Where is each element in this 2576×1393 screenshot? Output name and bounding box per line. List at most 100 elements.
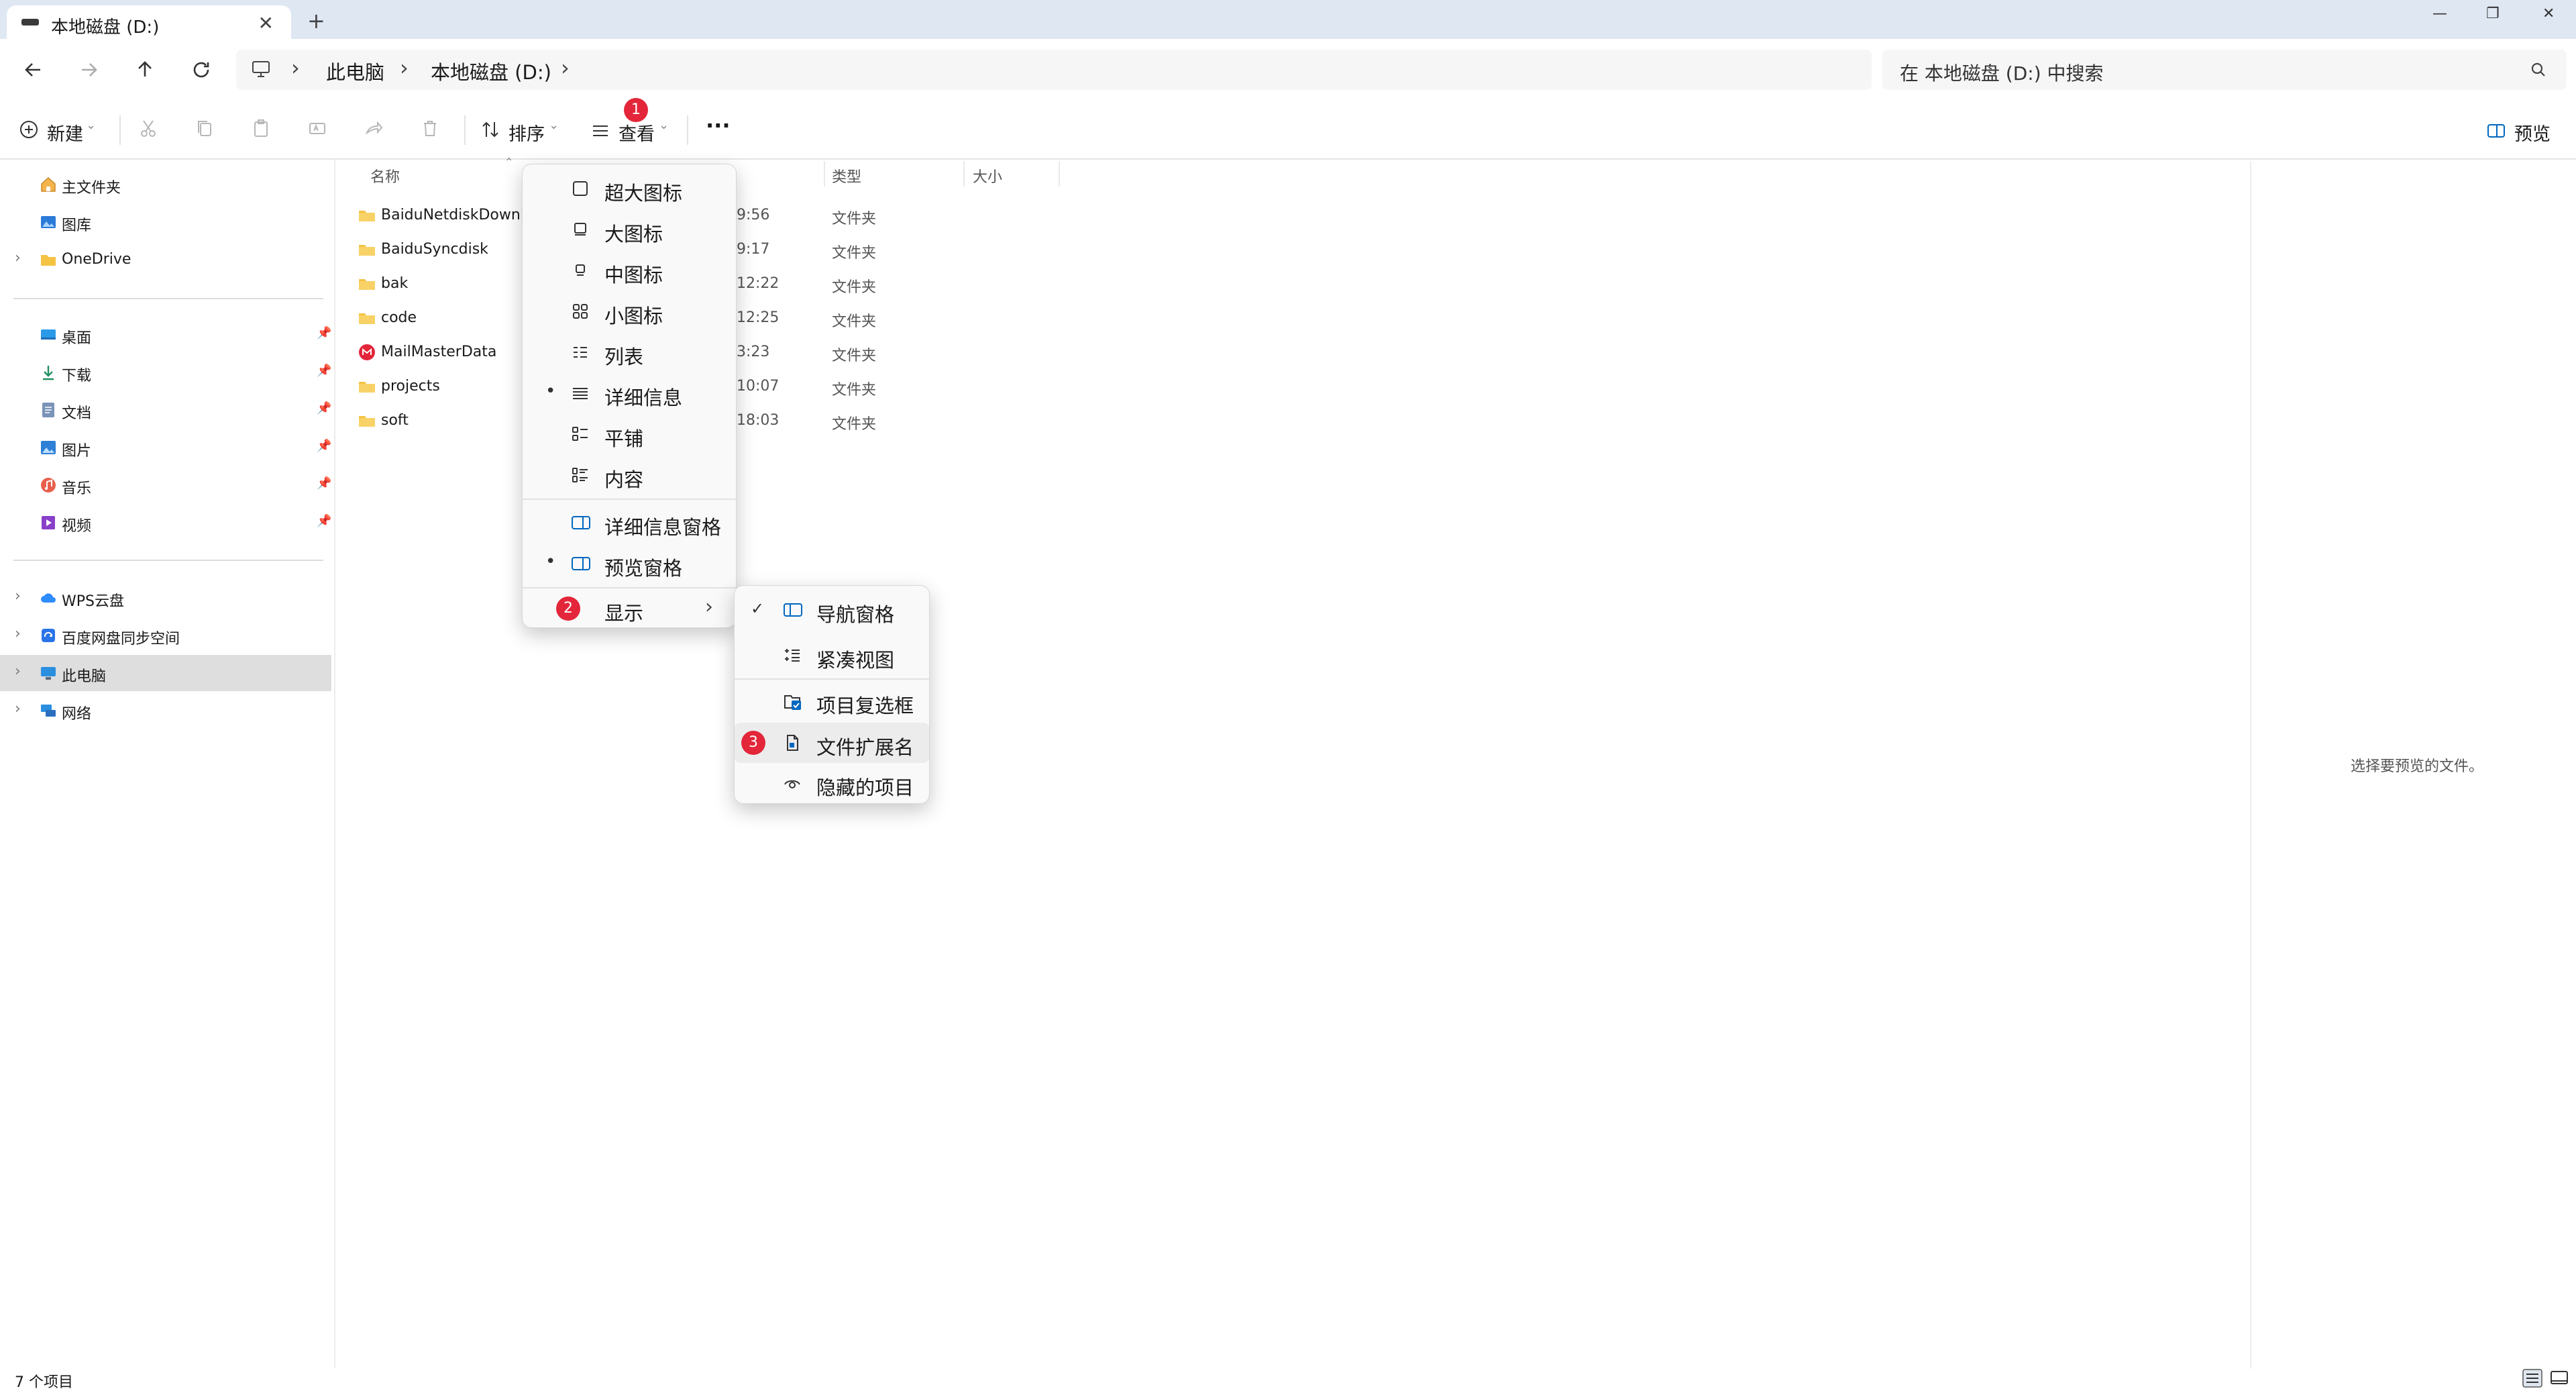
sidebar-item-network[interactable]: › 网络	[0, 692, 331, 729]
scissors-icon	[141, 120, 156, 137]
column-separator[interactable]	[963, 161, 965, 187]
menu-item-label: 显示	[604, 602, 644, 625]
arrow-right-icon	[82, 63, 97, 76]
column-header-name[interactable]: 名称	[370, 165, 400, 187]
restore-button[interactable]: ❐	[2486, 5, 2500, 22]
menu-item-details-pane[interactable]: 详细信息窗格	[523, 503, 736, 543]
file-modified-date: 3:23	[737, 344, 770, 360]
tab-close-button[interactable]: ✕	[258, 12, 274, 34]
menu-item-list[interactable]: 列表	[523, 332, 736, 372]
copy-button[interactable]	[195, 118, 215, 138]
eye-icon	[784, 780, 800, 788]
breadcrumb-this-pc[interactable]: 此电脑	[326, 57, 384, 85]
menu-item-details[interactable]: • 详细信息	[523, 373, 736, 413]
sidebar-item-onedrive[interactable]: › OneDrive	[0, 242, 331, 278]
pin-icon[interactable]: 📌	[317, 439, 331, 453]
sidebar-item-label: 文档	[62, 405, 92, 422]
file-modified-date: 10:07	[737, 378, 780, 395]
refresh-button[interactable]	[188, 56, 215, 83]
music-icon	[41, 478, 56, 493]
menu-item-hidden-items[interactable]: 隐藏的项目	[735, 763, 929, 803]
cloud-icon	[41, 593, 56, 603]
sidebar-item-baidu-sync[interactable]: › 百度网盘同步空间	[0, 617, 331, 654]
close-window-button[interactable]: ✕	[2542, 5, 2555, 22]
sidebar-item-label: OneDrive	[62, 251, 131, 268]
sidebar-item-music[interactable]: 音乐 📌	[0, 467, 331, 503]
chevron-right-icon[interactable]: ›	[15, 588, 21, 605]
title-bar	[0, 0, 2576, 39]
preview-pane-divider[interactable]	[2250, 161, 2251, 1369]
command-bar	[0, 101, 2576, 160]
compact-view-icon	[785, 649, 800, 662]
more-options-button[interactable]: ···	[706, 113, 730, 138]
chevron-right-icon: ›	[291, 55, 300, 81]
pin-icon[interactable]: 📌	[317, 401, 331, 415]
column-header-size[interactable]: 大小	[973, 165, 1002, 187]
pin-icon[interactable]: 📌	[317, 514, 331, 528]
column-separator[interactable]	[1059, 161, 1060, 187]
menu-item-content[interactable]: 内容	[523, 455, 736, 495]
menu-item-preview-pane[interactable]: • 预览窗格	[523, 544, 736, 584]
sidebar-item-pictures[interactable]: 图片 📌	[0, 429, 331, 466]
delete-button[interactable]	[420, 118, 440, 138]
menu-item-large-icons[interactable]: 大图标	[523, 209, 736, 250]
sidebar-item-documents[interactable]: 文档 📌	[0, 392, 331, 428]
folder-icon	[41, 255, 56, 266]
details-view-icon[interactable]	[2522, 1369, 2542, 1388]
back-button[interactable]	[20, 56, 47, 83]
new-tab-button[interactable]: +	[307, 8, 325, 34]
menu-item-compact-view[interactable]: 紧凑视图	[735, 635, 929, 676]
extra-large-icons-icon	[573, 181, 588, 196]
menu-item-navigation-pane[interactable]: ✓ 导航窗格	[735, 590, 929, 630]
sidebar-item-desktop[interactable]: 桌面 📌	[0, 317, 331, 353]
menu-item-medium-icons[interactable]: 中图标	[523, 250, 736, 291]
chevron-right-icon[interactable]: ›	[15, 663, 21, 680]
cut-button[interactable]	[138, 118, 158, 138]
arrow-up-icon	[138, 61, 152, 76]
search-input[interactable]: 在 本地磁盘 (D:) 中搜索	[1882, 50, 2567, 90]
refresh-icon	[193, 62, 209, 78]
tiles-view-icon	[572, 427, 588, 441]
share-button[interactable]	[364, 118, 384, 138]
sidebar-item-label: 视频	[62, 518, 92, 535]
column-separator[interactable]	[824, 161, 825, 187]
breadcrumb-local-disk[interactable]: 本地磁盘 (D:)	[431, 57, 551, 85]
pin-icon[interactable]: 📌	[317, 364, 331, 378]
chevron-down-icon: ⌄	[659, 118, 669, 132]
large-icons-view-icon[interactable]	[2549, 1369, 2569, 1388]
chevron-right-icon[interactable]: ›	[15, 701, 21, 717]
chevron-right-icon[interactable]: ›	[15, 250, 21, 266]
sidebar-item-downloads[interactable]: 下载 📌	[0, 354, 331, 391]
tab-local-disk[interactable]: 本地磁盘 (D:) ✕	[7, 5, 291, 39]
sidebar-item-videos[interactable]: 视频 📌	[0, 505, 331, 541]
up-button[interactable]	[131, 56, 158, 83]
list-view-icon	[574, 347, 587, 358]
menu-item-show[interactable]: 2 显示 ›	[523, 588, 736, 629]
chevron-right-icon[interactable]: ›	[561, 55, 570, 81]
pin-icon[interactable]: 📌	[317, 326, 331, 340]
sidebar-item-wps-cloud[interactable]: › WPS云盘	[0, 580, 331, 616]
paste-button[interactable]	[251, 118, 271, 138]
home-icon	[41, 176, 56, 192]
check-icon: ✓	[751, 599, 765, 618]
chevron-right-icon[interactable]: ›	[15, 625, 21, 642]
menu-item-file-extensions[interactable]: 3 文件扩展名	[735, 723, 929, 763]
forward-button[interactable]	[75, 56, 102, 83]
menu-item-item-checkboxes[interactable]: 项目复选框	[735, 681, 929, 721]
toolbar-separator	[687, 115, 688, 145]
gallery-icon	[41, 216, 56, 228]
rename-button[interactable]	[307, 118, 327, 138]
preview-label: 预览	[2514, 124, 2551, 145]
menu-item-extra-large-icons[interactable]: 超大图标	[523, 168, 736, 209]
sidebar-item-gallery[interactable]: 图库	[0, 204, 331, 240]
menu-item-small-icons[interactable]: 小图标	[523, 291, 736, 331]
pin-icon[interactable]: 📌	[317, 476, 331, 491]
sidebar-item-this-pc[interactable]: › 此电脑	[0, 655, 331, 691]
sidebar-item-home[interactable]: 主文件夹	[0, 166, 331, 203]
menu-separator	[523, 499, 736, 500]
menu-item-tiles[interactable]: 平铺	[523, 414, 736, 454]
computer-icon	[41, 667, 56, 680]
column-header-type[interactable]: 类型	[832, 165, 861, 187]
menu-item-label: 详细信息	[604, 386, 683, 409]
minimize-button[interactable]: —	[2432, 5, 2447, 22]
